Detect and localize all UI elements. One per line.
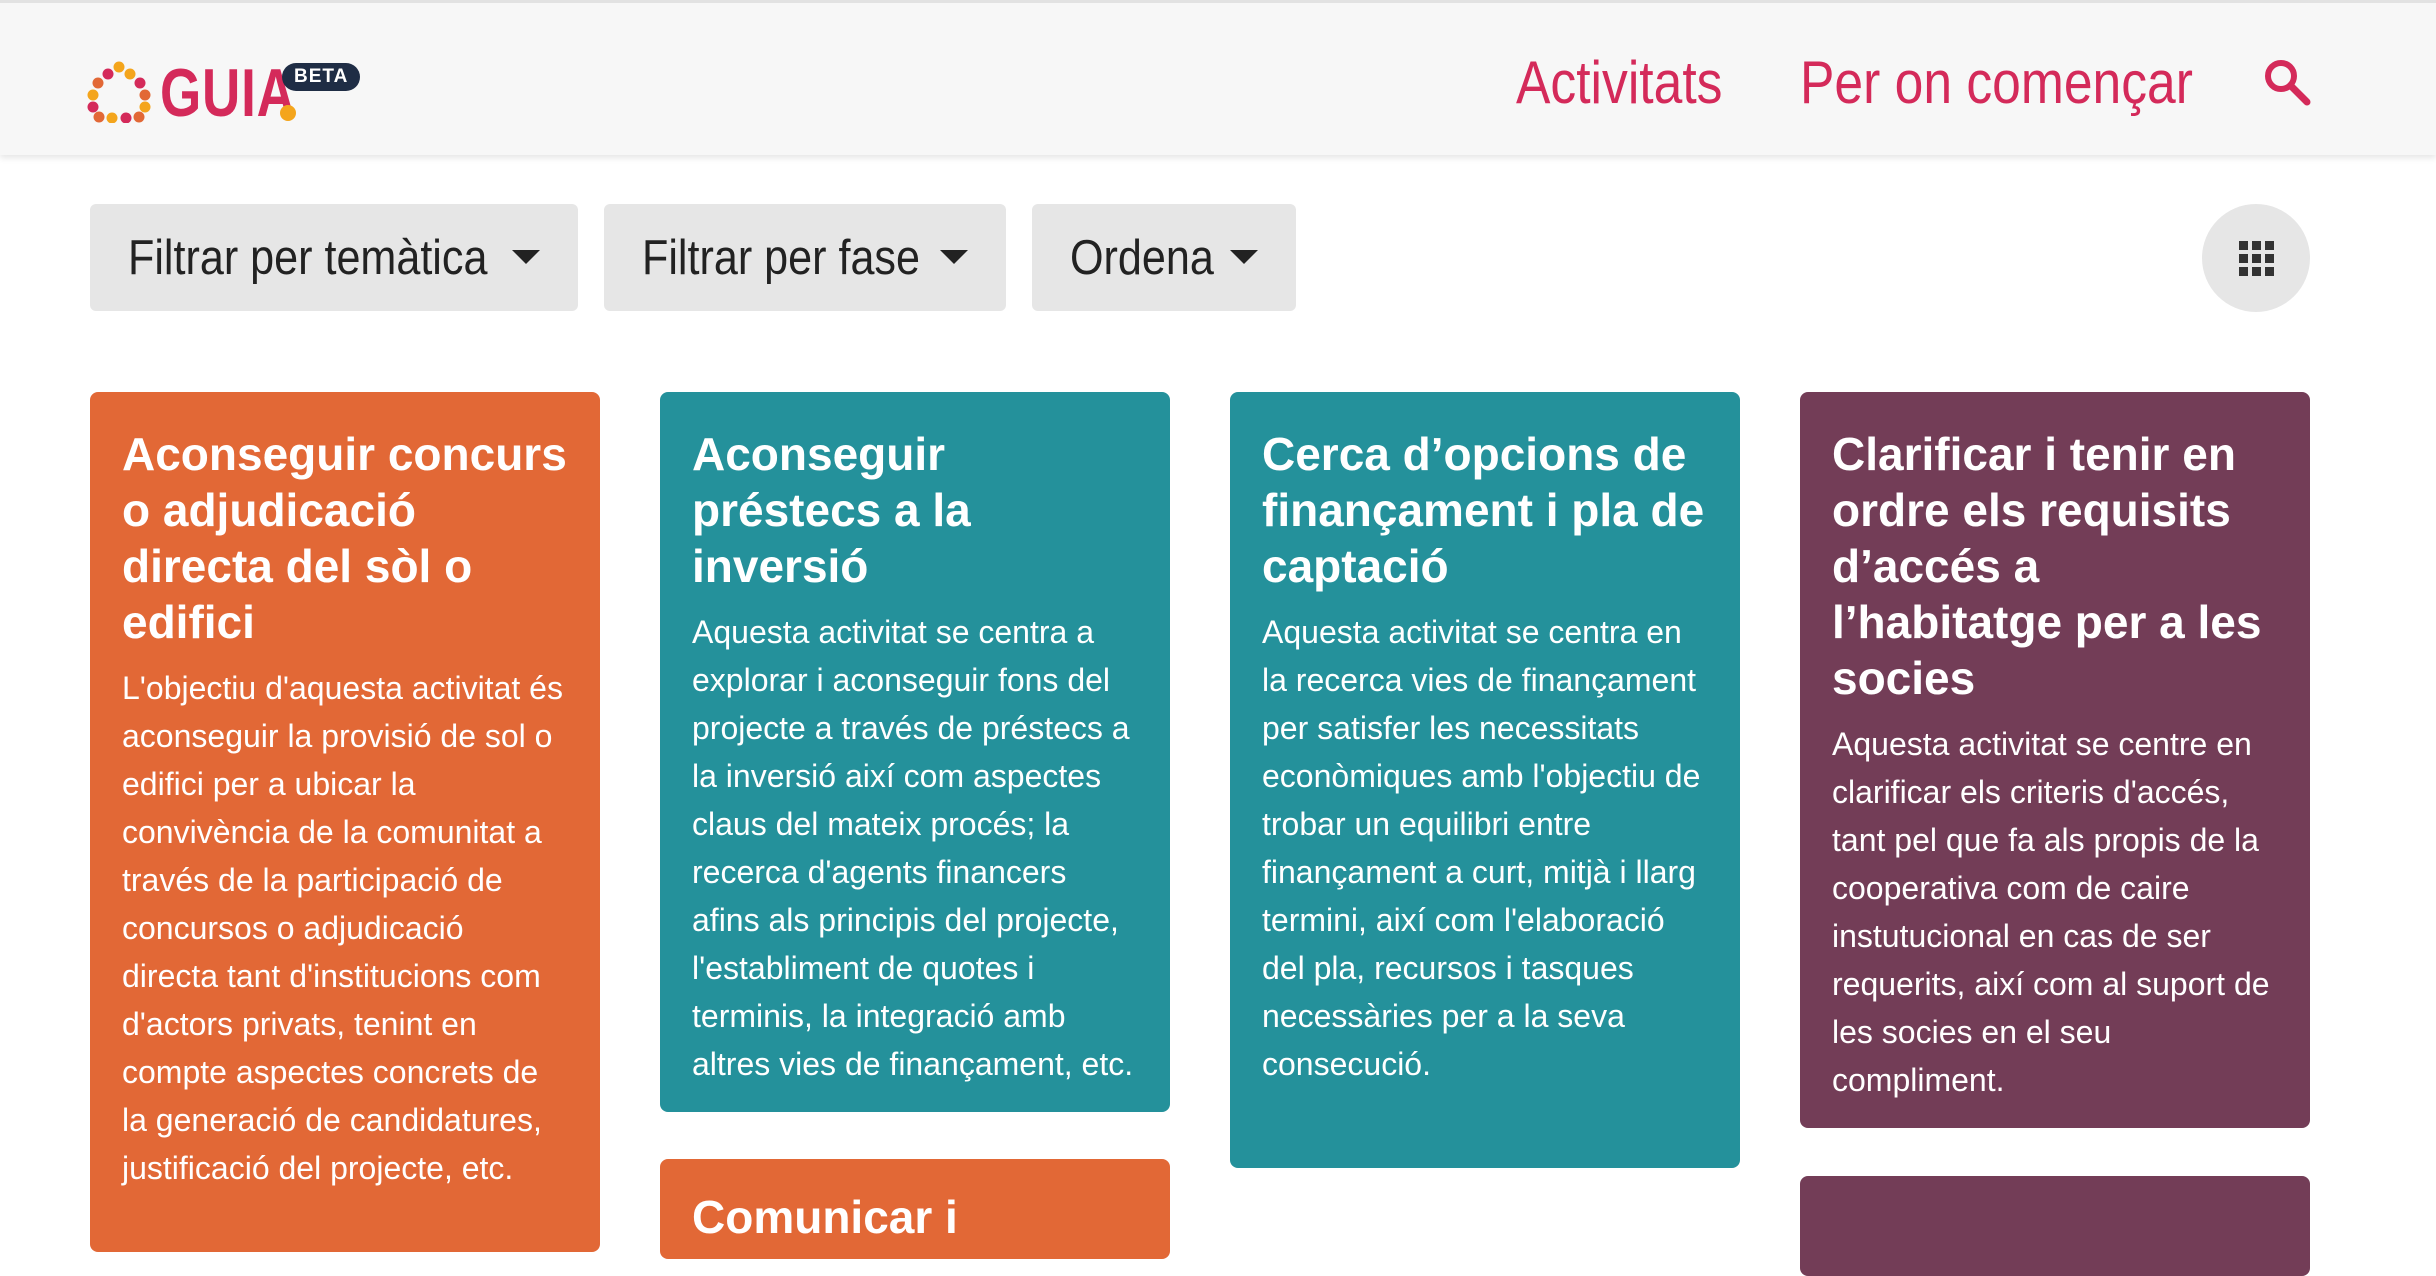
caret-down-icon [1230,250,1258,264]
beta-badge: BETA [282,63,361,91]
caret-down-icon [940,250,968,264]
activity-card[interactable] [1800,1176,2310,1276]
site-header: GUIA BETA Activitats Per on començar [0,0,2436,155]
filter-tematica-label: Filtrar per temàtica [128,230,488,285]
activity-card[interactable]: Aconseguir préstecs a la inversió Aquest… [660,392,1170,1112]
view-toggle-button[interactable] [2202,204,2310,312]
activity-card-description: Aquesta activitat se centra en la recerc… [1262,614,1701,1082]
nav-link-per-on-comencar[interactable]: Per on començar [1800,43,2193,123]
logo-house-icon [87,61,151,123]
grid-icon [2239,241,2274,276]
filter-fase-dropdown[interactable]: Filtrar per fase [604,204,1006,311]
logo-dot [280,105,296,121]
sort-dropdown[interactable]: Ordena [1032,204,1296,311]
logo-text: GUIA [160,55,296,131]
activity-card-title: Comunicar i [692,1191,958,1243]
filter-tematica-dropdown[interactable]: Filtrar per temàtica [90,204,578,311]
nav-link-activitats[interactable]: Activitats [1516,43,1722,123]
caret-down-icon [512,250,540,264]
search-button[interactable] [2262,57,2312,107]
search-icon [2265,60,2311,106]
activity-card-title: Cerca d’opcions de finançament i pla de … [1262,428,1705,592]
activity-card-description: Aquesta activitat se centra a explorar i… [692,614,1134,1082]
activity-card-title: Aconseguir préstecs a la inversió [692,428,971,592]
activity-card[interactable]: Cerca d’opcions de finançament i pla de … [1230,392,1740,1168]
activity-card-description: Aquesta activitat se centre en clarifica… [1832,726,2270,1098]
activity-card[interactable]: Aconseguir concurs o adjudicació directa… [90,392,600,1252]
activity-card[interactable]: Comunicar i [660,1159,1170,1259]
filter-fase-label: Filtrar per fase [642,230,920,285]
activity-card-description: L'objectiu d'aquesta activitat és aconse… [122,670,563,1186]
activity-card-title: Aconseguir concurs o adjudicació directa… [122,428,567,648]
activity-card-title: Clarificar i tenir en ordre els requisit… [1832,428,2262,704]
activity-card[interactable]: Clarificar i tenir en ordre els requisit… [1800,392,2310,1128]
sort-label: Ordena [1070,230,1214,285]
